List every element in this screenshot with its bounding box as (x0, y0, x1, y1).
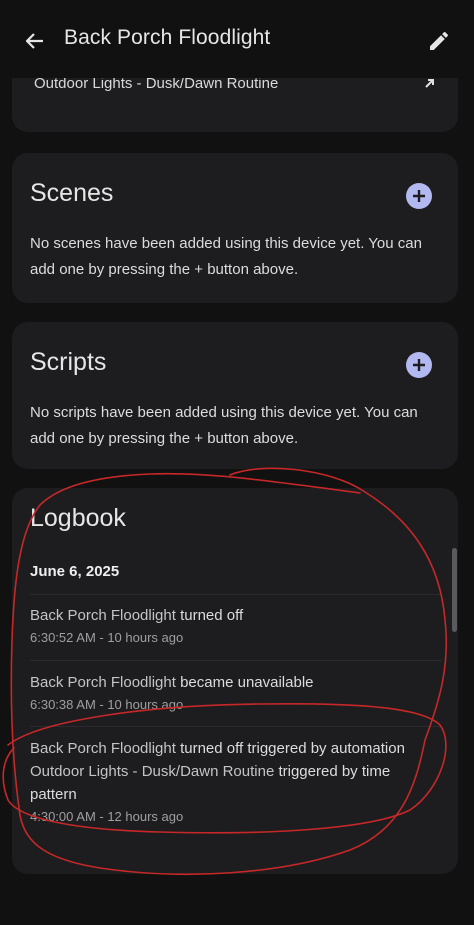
device-page: Outdoor Lights - Dusk/Dawn Routine Scene… (0, 0, 474, 925)
arrow-left-icon (25, 33, 43, 49)
divider (30, 594, 442, 595)
scenes-title: Scenes (30, 179, 114, 207)
scripts-card: Scripts No scripts have been added using… (12, 322, 458, 469)
scripts-title: Scripts (30, 348, 107, 376)
divider (30, 660, 442, 661)
plus-icon (413, 359, 425, 371)
logbook-card: Logbook June 6, 2025 Back Porch Floodlig… (12, 488, 458, 874)
logbook-entry-text: turned off triggered by automation (175, 740, 405, 757)
add-script-button[interactable] (406, 352, 432, 378)
logbook-entry[interactable]: Back Porch Floodlight became unavailable… (30, 671, 430, 712)
logbook-entry-time: 6:30:38 AM - 10 hours ago (30, 697, 184, 712)
logbook-entry[interactable]: Back Porch Floodlight turned off 6:30:52… (30, 604, 430, 645)
logbook-entity-link[interactable]: Back Porch Floodlight (30, 607, 176, 624)
plus-icon (413, 190, 425, 202)
back-button[interactable] (18, 24, 52, 58)
logbook-entry-text: became unavailable (175, 674, 314, 691)
scrollbar-thumb[interactable] (452, 548, 457, 632)
divider (30, 726, 442, 727)
logbook-entry-text: turned off (175, 607, 244, 624)
logbook-entry-time: 6:30:52 AM - 10 hours ago (30, 630, 184, 645)
logbook-entry-message: Back Porch Floodlight turned off (30, 604, 430, 627)
logbook-entry-time: 4:30:00 AM - 12 hours ago (30, 809, 184, 824)
scenes-empty-message: No scenes have been added using this dev… (30, 235, 422, 278)
page-title: Back Porch Floodlight (64, 26, 271, 49)
scenes-card: Scenes No scenes have been added using t… (12, 153, 458, 303)
edit-button[interactable] (422, 24, 456, 58)
logbook-entry-message: Back Porch Floodlight turned off trigger… (30, 737, 430, 806)
scripts-empty-message: No scripts have been added using this de… (30, 404, 418, 447)
logbook-entry[interactable]: Back Porch Floodlight turned off trigger… (30, 737, 430, 824)
logbook-automation-link[interactable]: Outdoor Lights - Dusk/Dawn Routine (30, 763, 274, 780)
top-app-bar: Back Porch Floodlight (0, 0, 474, 78)
logbook-title: Logbook (30, 504, 126, 532)
logbook-entry-message: Back Porch Floodlight became unavailable (30, 671, 430, 694)
add-scene-button[interactable] (406, 183, 432, 209)
pencil-icon (430, 31, 449, 50)
logbook-entity-link[interactable]: Back Porch Floodlight (30, 674, 176, 691)
logbook-entity-link[interactable]: Back Porch Floodlight (30, 740, 176, 757)
logbook-date: June 6, 2025 (30, 563, 120, 580)
